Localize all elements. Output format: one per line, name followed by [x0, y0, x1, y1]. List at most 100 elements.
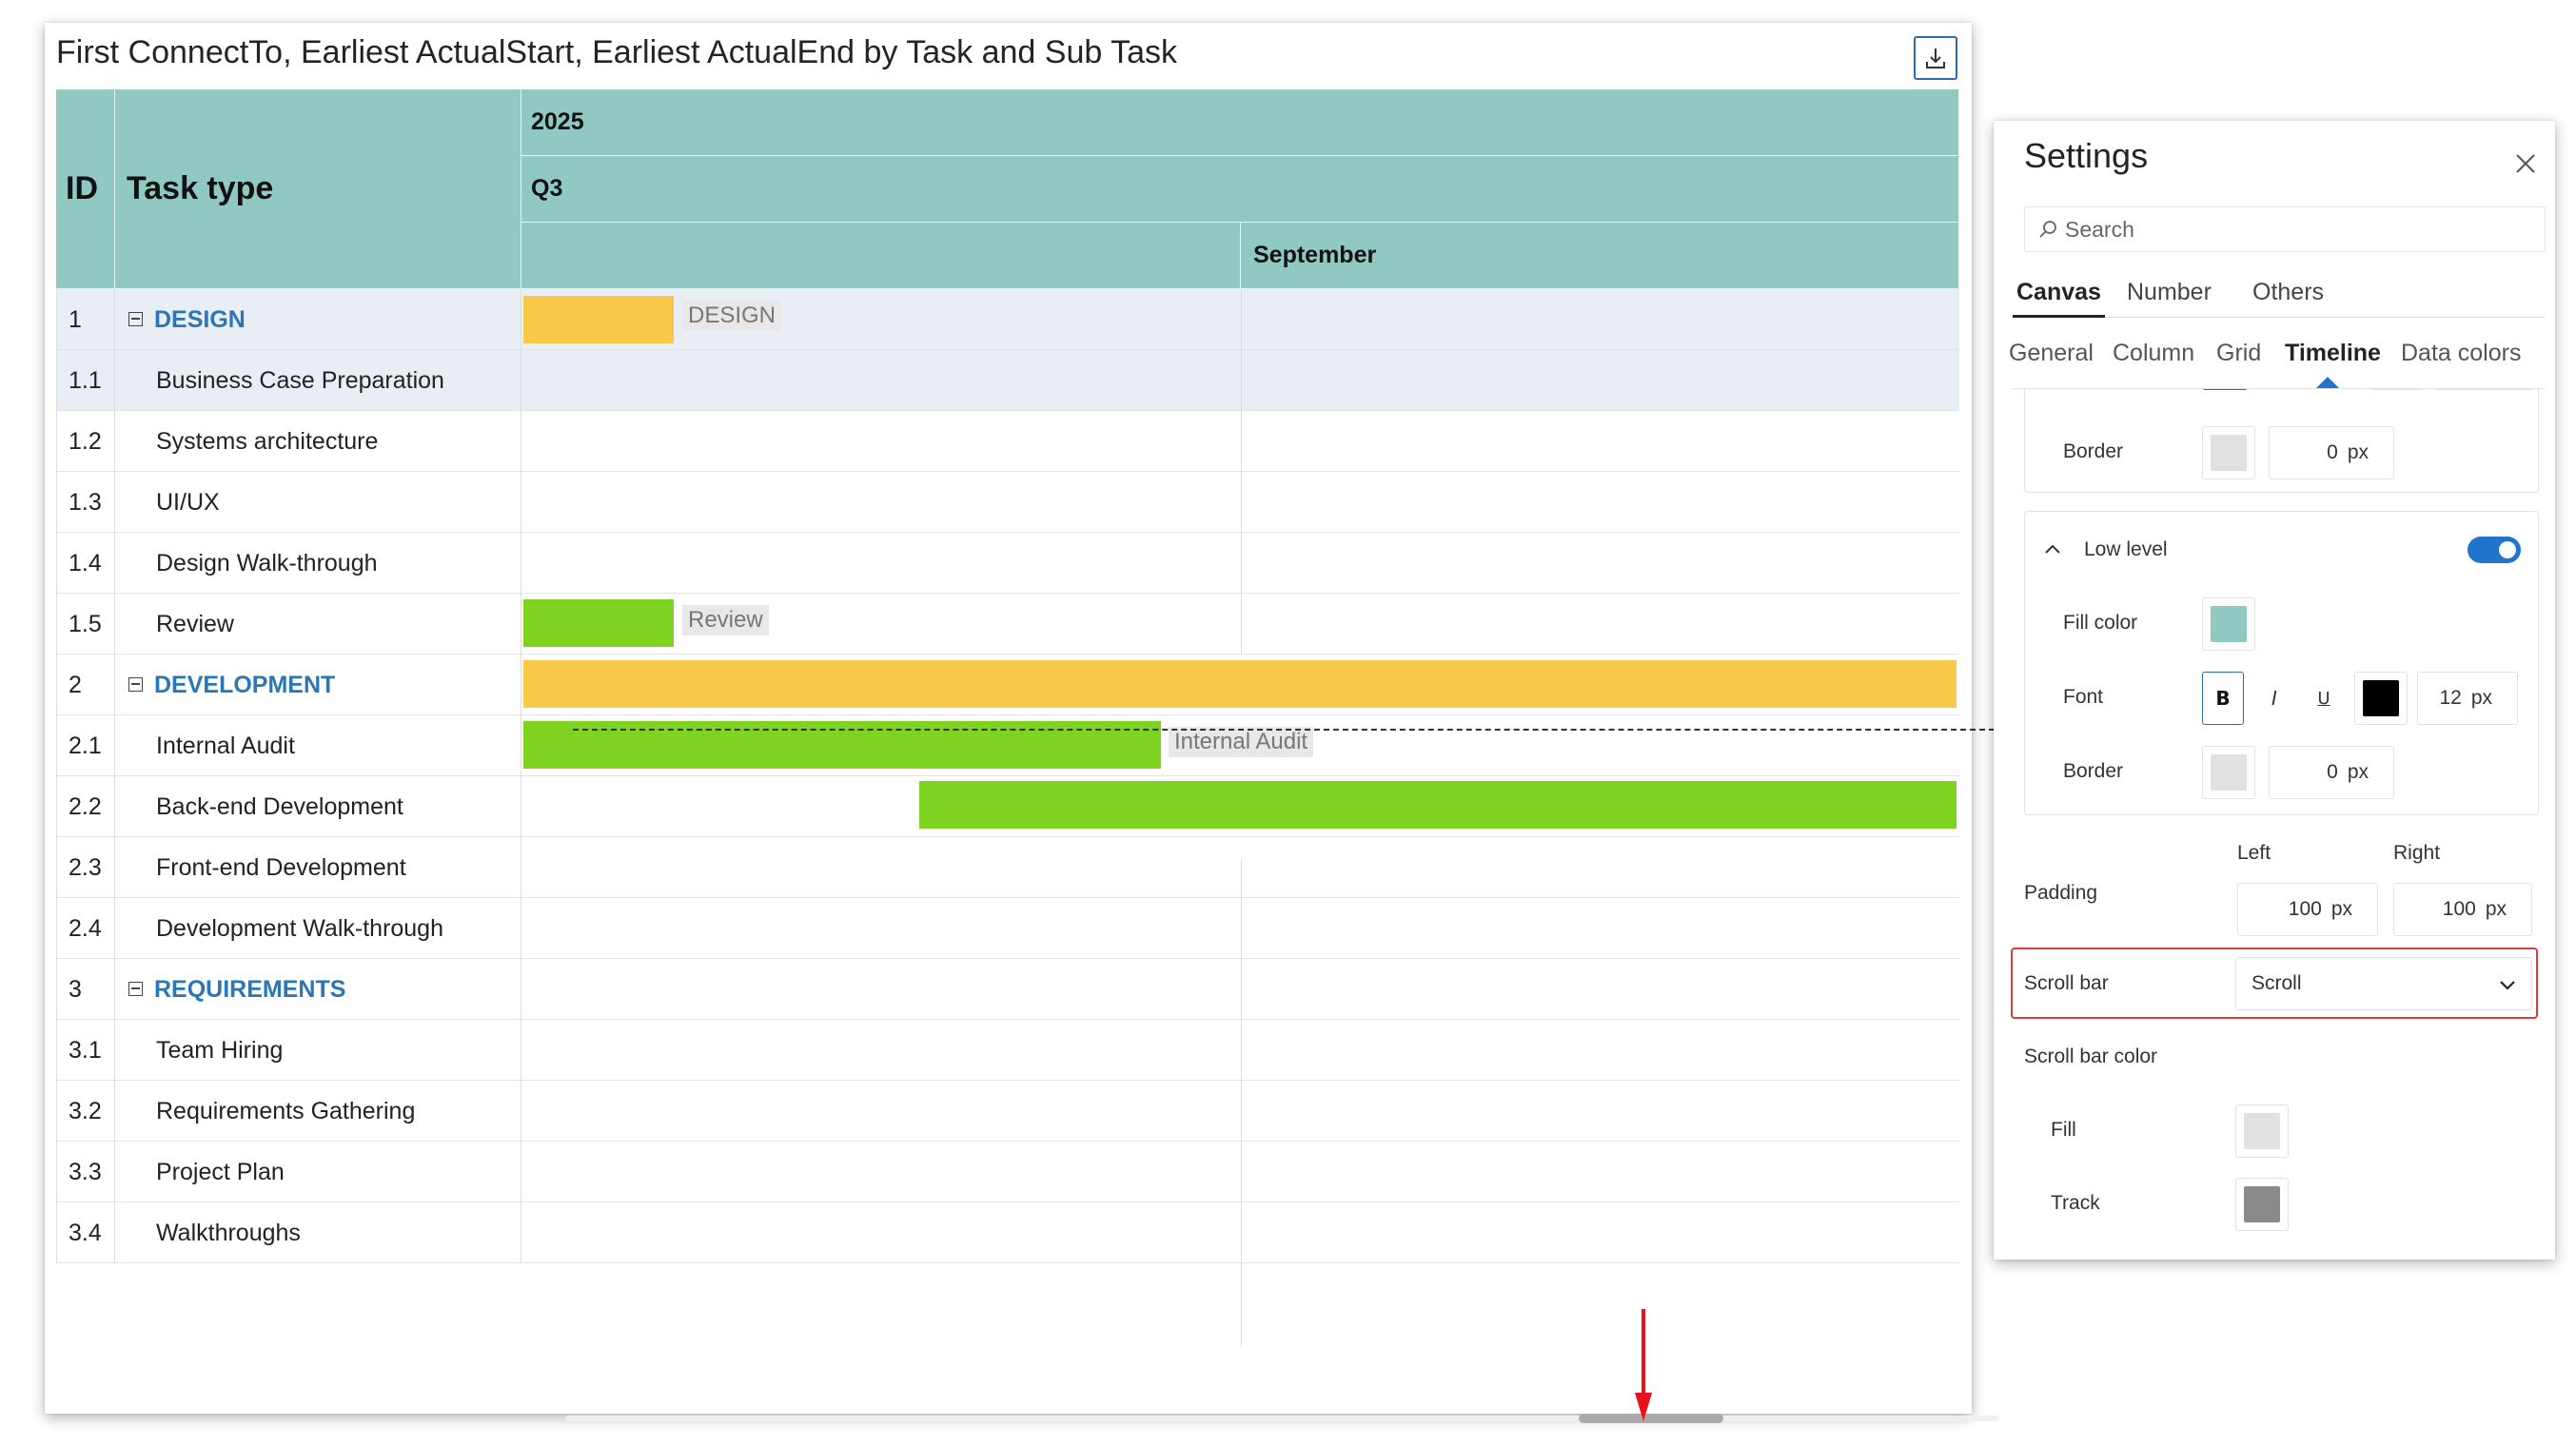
bar-design[interactable] [523, 296, 674, 343]
task-name: Business Case Preparation [156, 367, 444, 394]
row-task-cell: Design Walk-through [115, 533, 521, 594]
subtab-grid[interactable]: Grid [2216, 340, 2261, 367]
scroll-bar-value: Scroll [2252, 972, 2302, 994]
row-task-cell: Development Walk-through [115, 898, 521, 959]
row-task-cell: Front-end Development [115, 837, 521, 898]
low-level-toggle[interactable] [2468, 537, 2521, 563]
low-border-label: Border [2063, 760, 2124, 782]
border-width-value: 0 [2327, 441, 2338, 463]
font-size-field[interactable]: 12 px [2417, 672, 2518, 725]
row-id: 1.3 [56, 472, 115, 533]
export-button[interactable] [1914, 36, 1957, 80]
row-task-cell: Requirements Gathering [115, 1081, 521, 1142]
row-id: 1.2 [56, 411, 115, 472]
task-name: Internal Audit [156, 733, 295, 759]
table-row[interactable]: 3.4 Walkthroughs [56, 1202, 1959, 1263]
font-label: Font [2063, 686, 2104, 708]
row-task-cell: Team Hiring [115, 1020, 521, 1081]
header-year: 2025 [521, 89, 1959, 156]
low-level-group: Low level Fill color Font B I U 12 px Bor… [2024, 511, 2539, 815]
table-row[interactable]: 2.3 Front-end Development [56, 837, 1959, 898]
tab-others[interactable]: Others [2252, 279, 2324, 306]
scroll-track-swatch[interactable] [2235, 1178, 2289, 1231]
subtab-timeline[interactable]: Timeline [2285, 340, 2381, 367]
group-name: DEVELOPMENT [154, 672, 336, 698]
table-row[interactable]: 2.4 Development Walk-through [56, 898, 1959, 959]
tab-number[interactable]: Number [2127, 279, 2212, 306]
row-id: 2.2 [56, 776, 115, 837]
search-input[interactable]: Search [2024, 206, 2546, 252]
collapse-icon[interactable] [128, 676, 143, 692]
border-color-swatch[interactable] [2202, 426, 2255, 479]
subtab-data-colors[interactable]: Data colors [2401, 340, 2521, 367]
group-row[interactable]: 3 REQUIREMENTS [56, 959, 1959, 1020]
header-year-label: 2025 [531, 108, 584, 135]
visual-title: First ConnectTo, Earliest ActualStart, E… [56, 34, 1177, 70]
padding-right-field[interactable]: 100 px [2393, 883, 2532, 936]
chevron-up-icon[interactable] [2042, 538, 2063, 559]
settings-scroll-region[interactable]: Border 0 px Low level Fill color Font B I… [1994, 389, 2555, 1260]
main-tab-active-indicator [2013, 315, 2105, 318]
chevron-down-icon [2500, 981, 2515, 990]
table-row[interactable]: 1.3 UI/UX [56, 472, 1959, 533]
fill-color-swatch-partial[interactable] [2202, 389, 2248, 390]
padding-left-field[interactable]: 100 px [2237, 883, 2378, 936]
task-name: Team Hiring [156, 1037, 284, 1064]
bold-button[interactable]: B [2202, 672, 2244, 725]
table-row[interactable]: 1.4 Design Walk-through [56, 533, 1959, 594]
table-row[interactable]: 3.3 Project Plan [56, 1142, 1959, 1202]
table-row[interactable]: 1.5 Review [56, 594, 1959, 655]
bar-review[interactable] [523, 599, 674, 647]
font-color-swatch[interactable] [2354, 672, 2408, 725]
low-border-color-swatch[interactable] [2202, 746, 2255, 799]
fill-color-swatch[interactable] [2202, 597, 2255, 651]
border-width-field[interactable]: 0 px [2269, 426, 2394, 479]
bar-label-review: Review [682, 605, 769, 635]
low-border-width-value: 0 [2327, 761, 2338, 783]
font-color-swatch-partial[interactable] [2370, 389, 2424, 390]
bar-back-end-development[interactable] [919, 781, 1957, 829]
low-border-width-unit: px [2347, 761, 2369, 783]
horizontal-scrollbar-track[interactable] [565, 1416, 1999, 1421]
row-task-cell: Business Case Preparation [115, 350, 521, 411]
subtab-active-caret-icon [2316, 377, 2339, 388]
header-id-label: ID [66, 170, 98, 206]
table-row[interactable]: 1.1 Business Case Preparation [56, 350, 1959, 411]
subtab-column[interactable]: Column [2113, 340, 2194, 367]
row-task-cell: UI/UX [115, 472, 521, 533]
header-month-september: September [1241, 223, 1959, 289]
header-id: ID [56, 89, 115, 289]
task-name: Design Walk-through [156, 550, 378, 576]
scroll-bar-color-label: Scroll bar color [2024, 1045, 2158, 1067]
table-row[interactable]: 3.2 Requirements Gathering [56, 1081, 1959, 1142]
tab-canvas[interactable]: Canvas [2016, 279, 2101, 306]
low-border-width-field[interactable]: 0 px [2269, 746, 2394, 799]
row-id: 3.2 [56, 1081, 115, 1142]
row-task-cell[interactable]: DESIGN [115, 289, 521, 350]
font-size-field-partial[interactable] [2433, 389, 2534, 390]
row-task-cell[interactable]: REQUIREMENTS [115, 959, 521, 1020]
header-task-type: Task type [115, 89, 521, 289]
header-month-label: September [1253, 242, 1377, 268]
month-divider [1241, 859, 1242, 1347]
scroll-fill-swatch[interactable] [2235, 1104, 2289, 1158]
group-name: DESIGN [154, 306, 246, 333]
scroll-bar-dropdown[interactable]: Scroll [2235, 957, 2532, 1010]
padding-right-value: 100 [2442, 898, 2476, 920]
underline-button[interactable]: U [2303, 672, 2345, 725]
italic-button[interactable]: I [2253, 672, 2295, 725]
table-row[interactable]: 3.1 Team Hiring [56, 1020, 1959, 1081]
scroll-bar-label: Scroll bar [2024, 972, 2109, 994]
subtab-general[interactable]: General [2009, 340, 2094, 367]
collapse-icon[interactable] [128, 311, 143, 326]
table-row[interactable]: 1.2 Systems architecture [56, 411, 1959, 472]
row-task-cell[interactable]: DEVELOPMENT [115, 655, 521, 715]
group-name: REQUIREMENTS [154, 976, 346, 1003]
collapse-icon[interactable] [128, 981, 143, 996]
group-row[interactable]: 1 DESIGN [56, 289, 1959, 350]
border-width-unit: px [2347, 441, 2369, 463]
bar-development[interactable] [523, 660, 1957, 708]
close-icon[interactable] [2513, 151, 2538, 176]
border-label: Border [2063, 440, 2124, 462]
row-task-cell: Project Plan [115, 1142, 521, 1202]
